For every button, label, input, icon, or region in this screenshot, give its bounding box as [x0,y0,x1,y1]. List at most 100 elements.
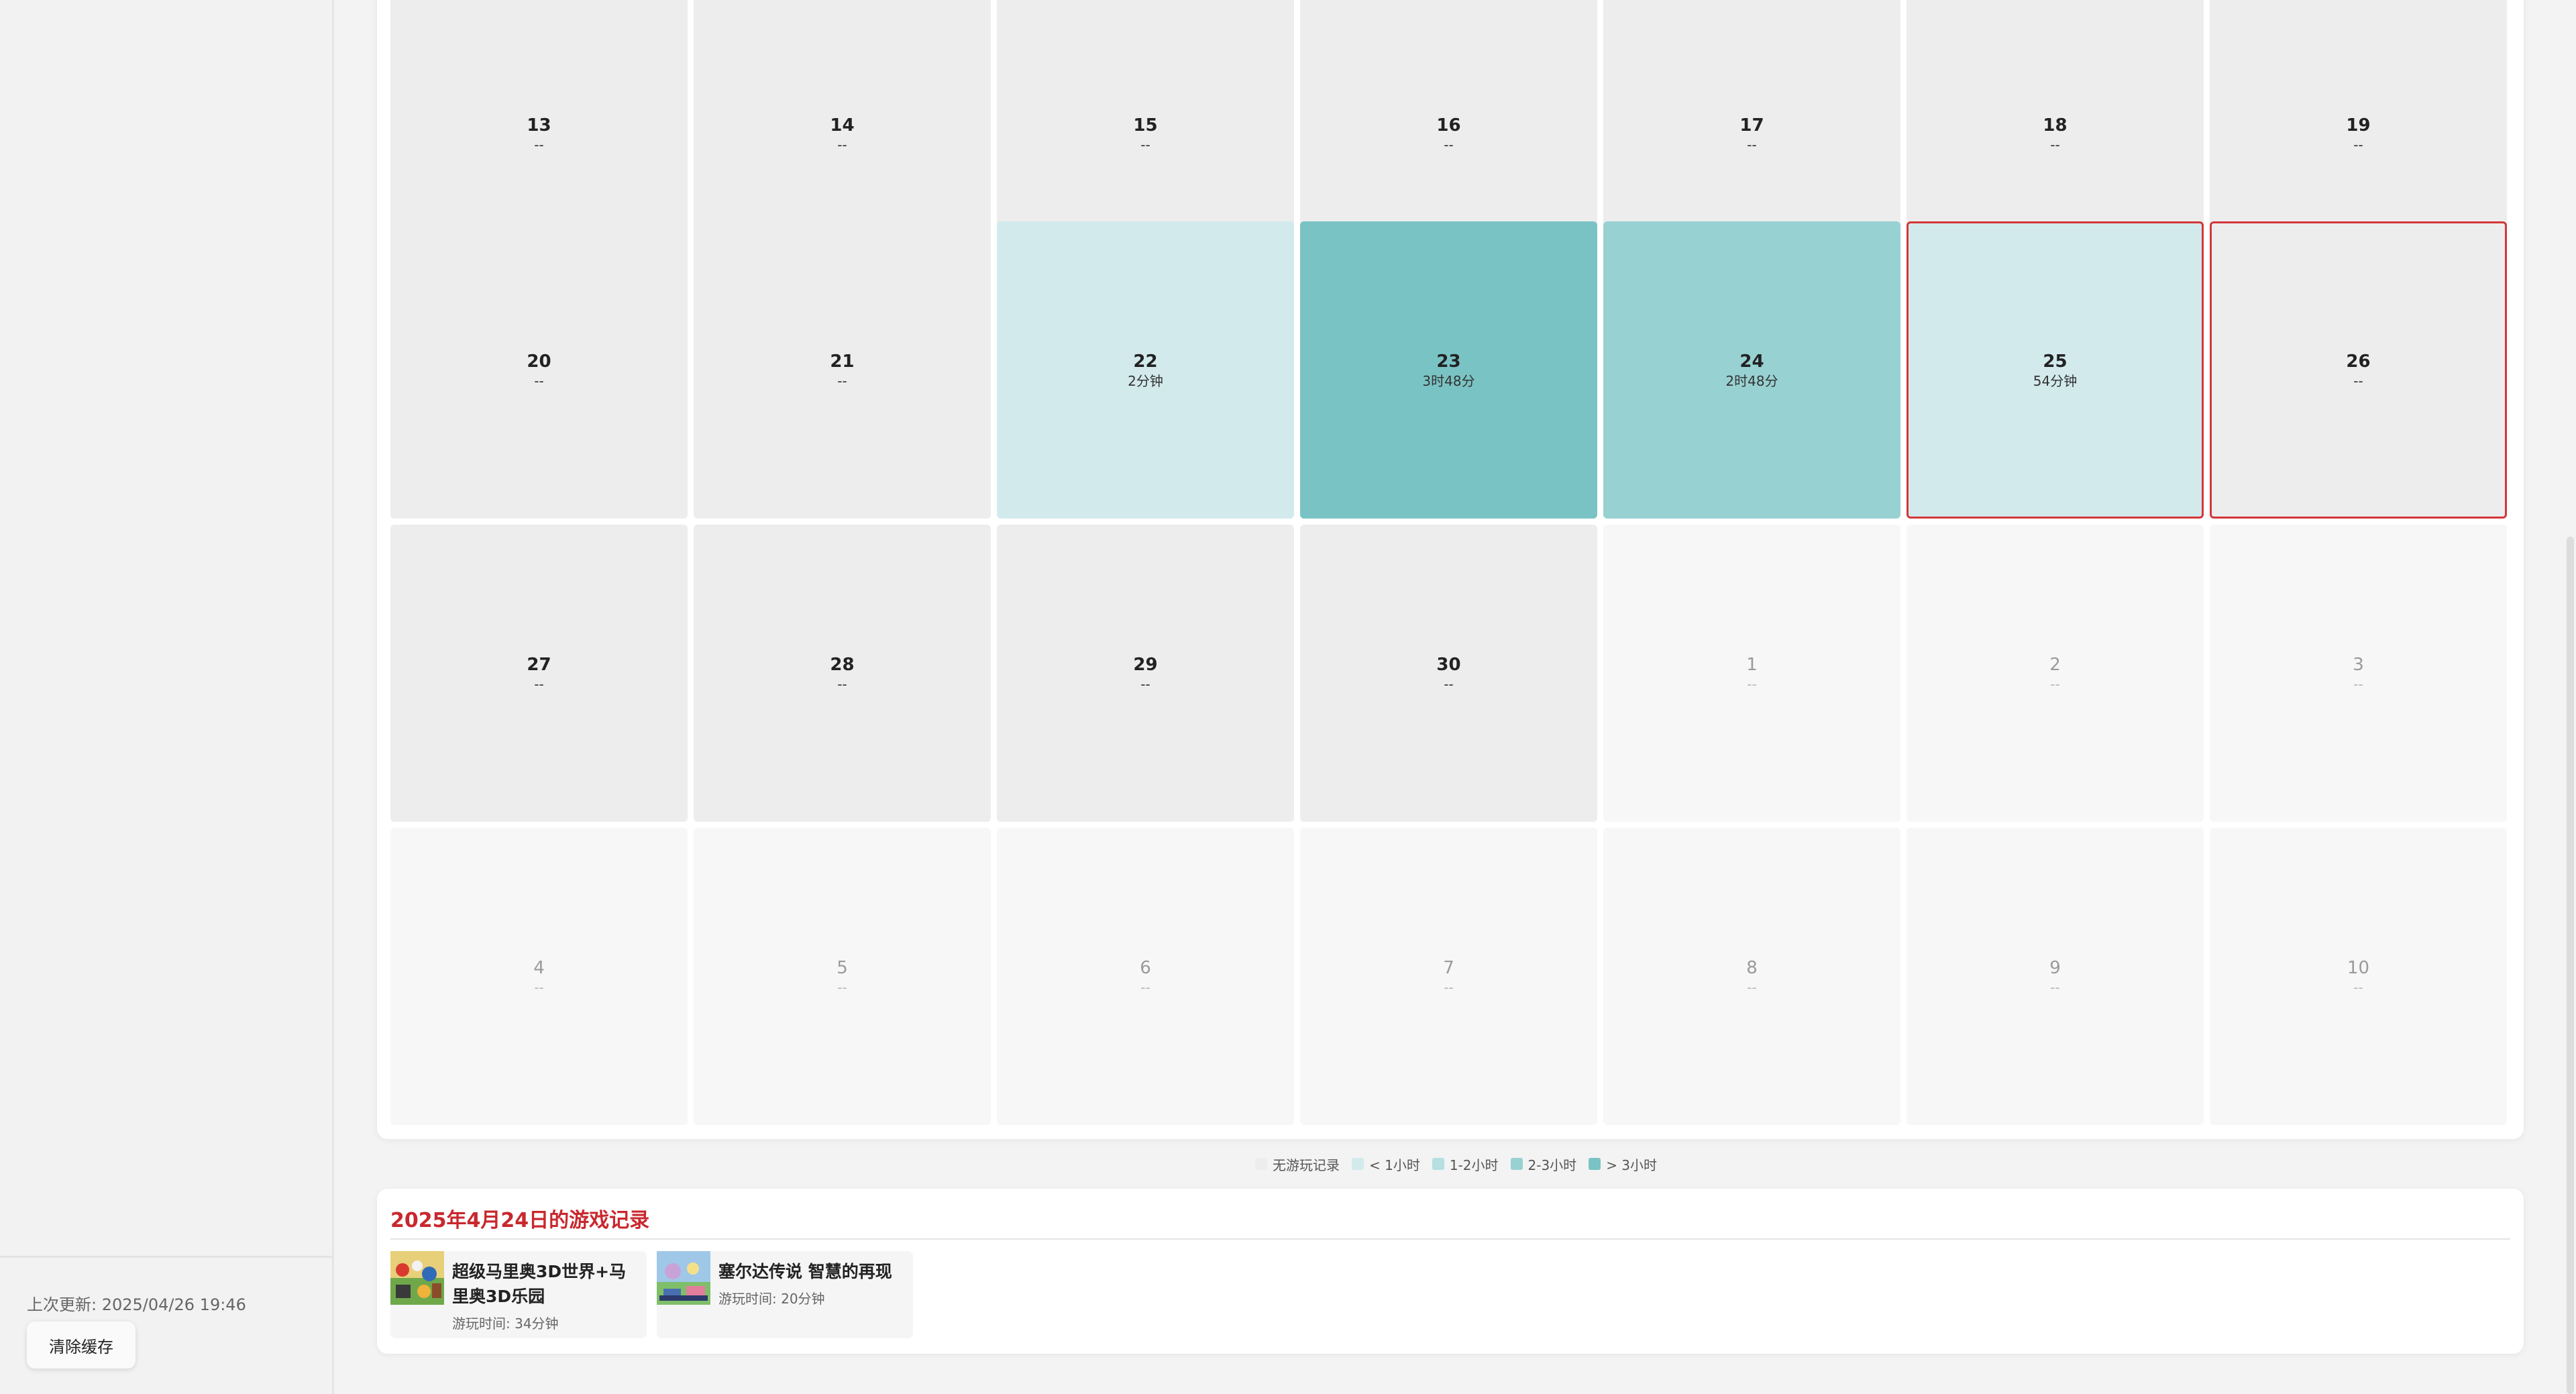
records-divider [390,1238,2510,1240]
day-number: 20 [527,351,551,372]
calendar-day-cell[interactable]: 21 -- [694,221,991,519]
day-number: 26 [2346,351,2371,372]
day-number: 14 [830,115,855,136]
day-number: 4 [533,957,545,978]
game-name: 塞尔达传说 智慧的再现 [718,1262,892,1281]
calendar-day-cell[interactable]: 2 -- [1907,525,2204,822]
game-record-card[interactable]: 超级马里奥3D世界+马里奥3D乐园 游玩时间: 34分钟 [390,1251,647,1338]
legend-swatch [1352,1158,1364,1170]
legend-label: 1-2小时 [1449,1157,1499,1173]
calendar-day-cell[interactable]: 22 2分钟 [997,221,1294,519]
day-number: 13 [527,115,551,136]
records-title: 2025年4月24日的游戏记录 [390,1209,650,1232]
day-playtime: -- [2353,372,2363,389]
calendar-day-cell[interactable]: 7 -- [1300,828,1597,1125]
day-number: 5 [837,957,848,978]
calendar-day-cell[interactable]: 10 -- [2210,828,2507,1125]
day-number: 6 [1140,957,1151,978]
day-playtime: -- [1444,979,1454,996]
day-playtime: -- [2353,979,2363,996]
day-number: 17 [1739,115,1764,136]
day-playtime: -- [1444,136,1454,153]
day-playtime: -- [1140,979,1150,996]
calendar-day-cell[interactable]: 24 2时48分 [1603,221,1900,519]
legend-swatch [1510,1158,1523,1170]
day-playtime: -- [2050,979,2060,996]
day-number: 25 [2043,351,2068,372]
calendar-day-cell[interactable]: 5 -- [694,828,991,1125]
calendar-day-cell[interactable]: 26 -- [2210,221,2507,519]
day-playtime: -- [2050,136,2060,153]
day-playtime: -- [2353,136,2363,153]
game-playtime: 游玩时间: 20分钟 [718,1291,825,1307]
day-number: 23 [1436,351,1461,372]
game-records-panel: 2025年4月24日的游戏记录 超级马里奥3D世界+马里奥3D乐园 游玩时间: … [377,1189,2524,1354]
calendar-day-cell[interactable]: 29 -- [997,525,1294,822]
game-record-card[interactable]: 塞尔达传说 智慧的再现 游玩时间: 20分钟 [657,1251,913,1338]
sidebar-footer: 上次更新: 2025/04/26 19:46 清除缓存 [0,1256,332,1394]
day-playtime: 54分钟 [2033,372,2078,389]
day-playtime: -- [1140,136,1150,153]
day-number: 2 [2049,654,2061,675]
calendar-day-cell[interactable]: 6 -- [997,828,1294,1125]
day-number: 24 [1739,351,1764,372]
legend-item: > 3小时 [1589,1155,1657,1174]
calendar-day-cell[interactable]: 28 -- [694,525,991,822]
scrollbar-thumb[interactable] [2567,537,2574,1394]
day-playtime: -- [1140,676,1150,692]
legend-label: > 3小时 [1606,1157,1658,1173]
last-updated-text: 上次更新: 2025/04/26 19:46 [27,1295,246,1314]
calendar-day-cell[interactable]: 27 -- [390,525,688,822]
game-playtime: 游玩时间: 34分钟 [452,1316,559,1332]
legend-item: 1-2小时 [1432,1155,1499,1174]
sidebar: 上次更新: 2025/04/26 19:46 清除缓存 [0,0,334,1394]
mario-cover-icon [390,1251,444,1305]
clear-cache-button[interactable]: 清除缓存 [27,1322,136,1369]
calendar-day-cell[interactable]: 1 -- [1603,525,1900,822]
day-playtime: -- [2050,676,2060,692]
day-number: 15 [1133,115,1158,136]
calendar-day-cell[interactable]: 20 -- [390,221,688,519]
day-number: 18 [2043,115,2068,136]
day-playtime: -- [837,136,847,153]
day-number: 30 [1436,654,1461,675]
legend-item: 无游玩记录 [1255,1155,1340,1174]
day-number: 22 [1133,351,1158,372]
legend-item: 2-3小时 [1510,1155,1576,1174]
calendar-day-cell[interactable]: 3 -- [2210,525,2507,822]
zelda-cover-icon [657,1251,710,1305]
day-playtime: -- [534,136,544,153]
day-playtime: -- [534,372,544,389]
day-playtime: -- [534,676,544,692]
day-number: 7 [1443,957,1454,978]
day-playtime: 2时48分 [1725,372,1778,389]
legend-swatch [1255,1158,1267,1170]
calendar-day-cell[interactable]: 8 -- [1603,828,1900,1125]
legend-label: < 1小时 [1369,1157,1420,1173]
day-playtime: 2分钟 [1128,372,1163,389]
day-playtime: -- [837,372,847,389]
day-playtime: 3时48分 [1422,372,1475,389]
day-number: 16 [1436,115,1461,136]
day-number: 10 [2347,957,2370,978]
calendar-day-cell[interactable]: 30 -- [1300,525,1597,822]
day-playtime: -- [1747,979,1757,996]
game-name: 超级马里奥3D世界+马里奥3D乐园 [452,1262,627,1306]
day-number: 29 [1133,654,1158,675]
day-number: 28 [830,654,855,675]
day-number: 21 [830,351,855,372]
day-playtime: -- [1747,136,1757,153]
legend-label: 无游玩记录 [1273,1157,1340,1173]
legend: 无游玩记录 < 1小时 1-2小时 2-3小时 > 3小时 [1255,1155,1669,1173]
day-playtime: -- [837,979,847,996]
calendar-day-cell[interactable]: 25 54分钟 [1907,221,2204,519]
legend-swatch [1589,1158,1601,1170]
day-number: 27 [527,654,551,675]
day-playtime: -- [837,676,847,692]
legend-item: < 1小时 [1352,1155,1420,1174]
calendar-day-cell[interactable]: 9 -- [1907,828,2204,1125]
calendar-day-cell[interactable]: 4 -- [390,828,688,1125]
day-number: 1 [1746,654,1758,675]
calendar-day-cell[interactable]: 23 3时48分 [1300,221,1597,519]
calendar-card: 13 -- 14 -- 15 -- 16 -- 17 -- 18 -- 19 -- 20 -- 21 -- 22 2分… [377,0,2524,1139]
